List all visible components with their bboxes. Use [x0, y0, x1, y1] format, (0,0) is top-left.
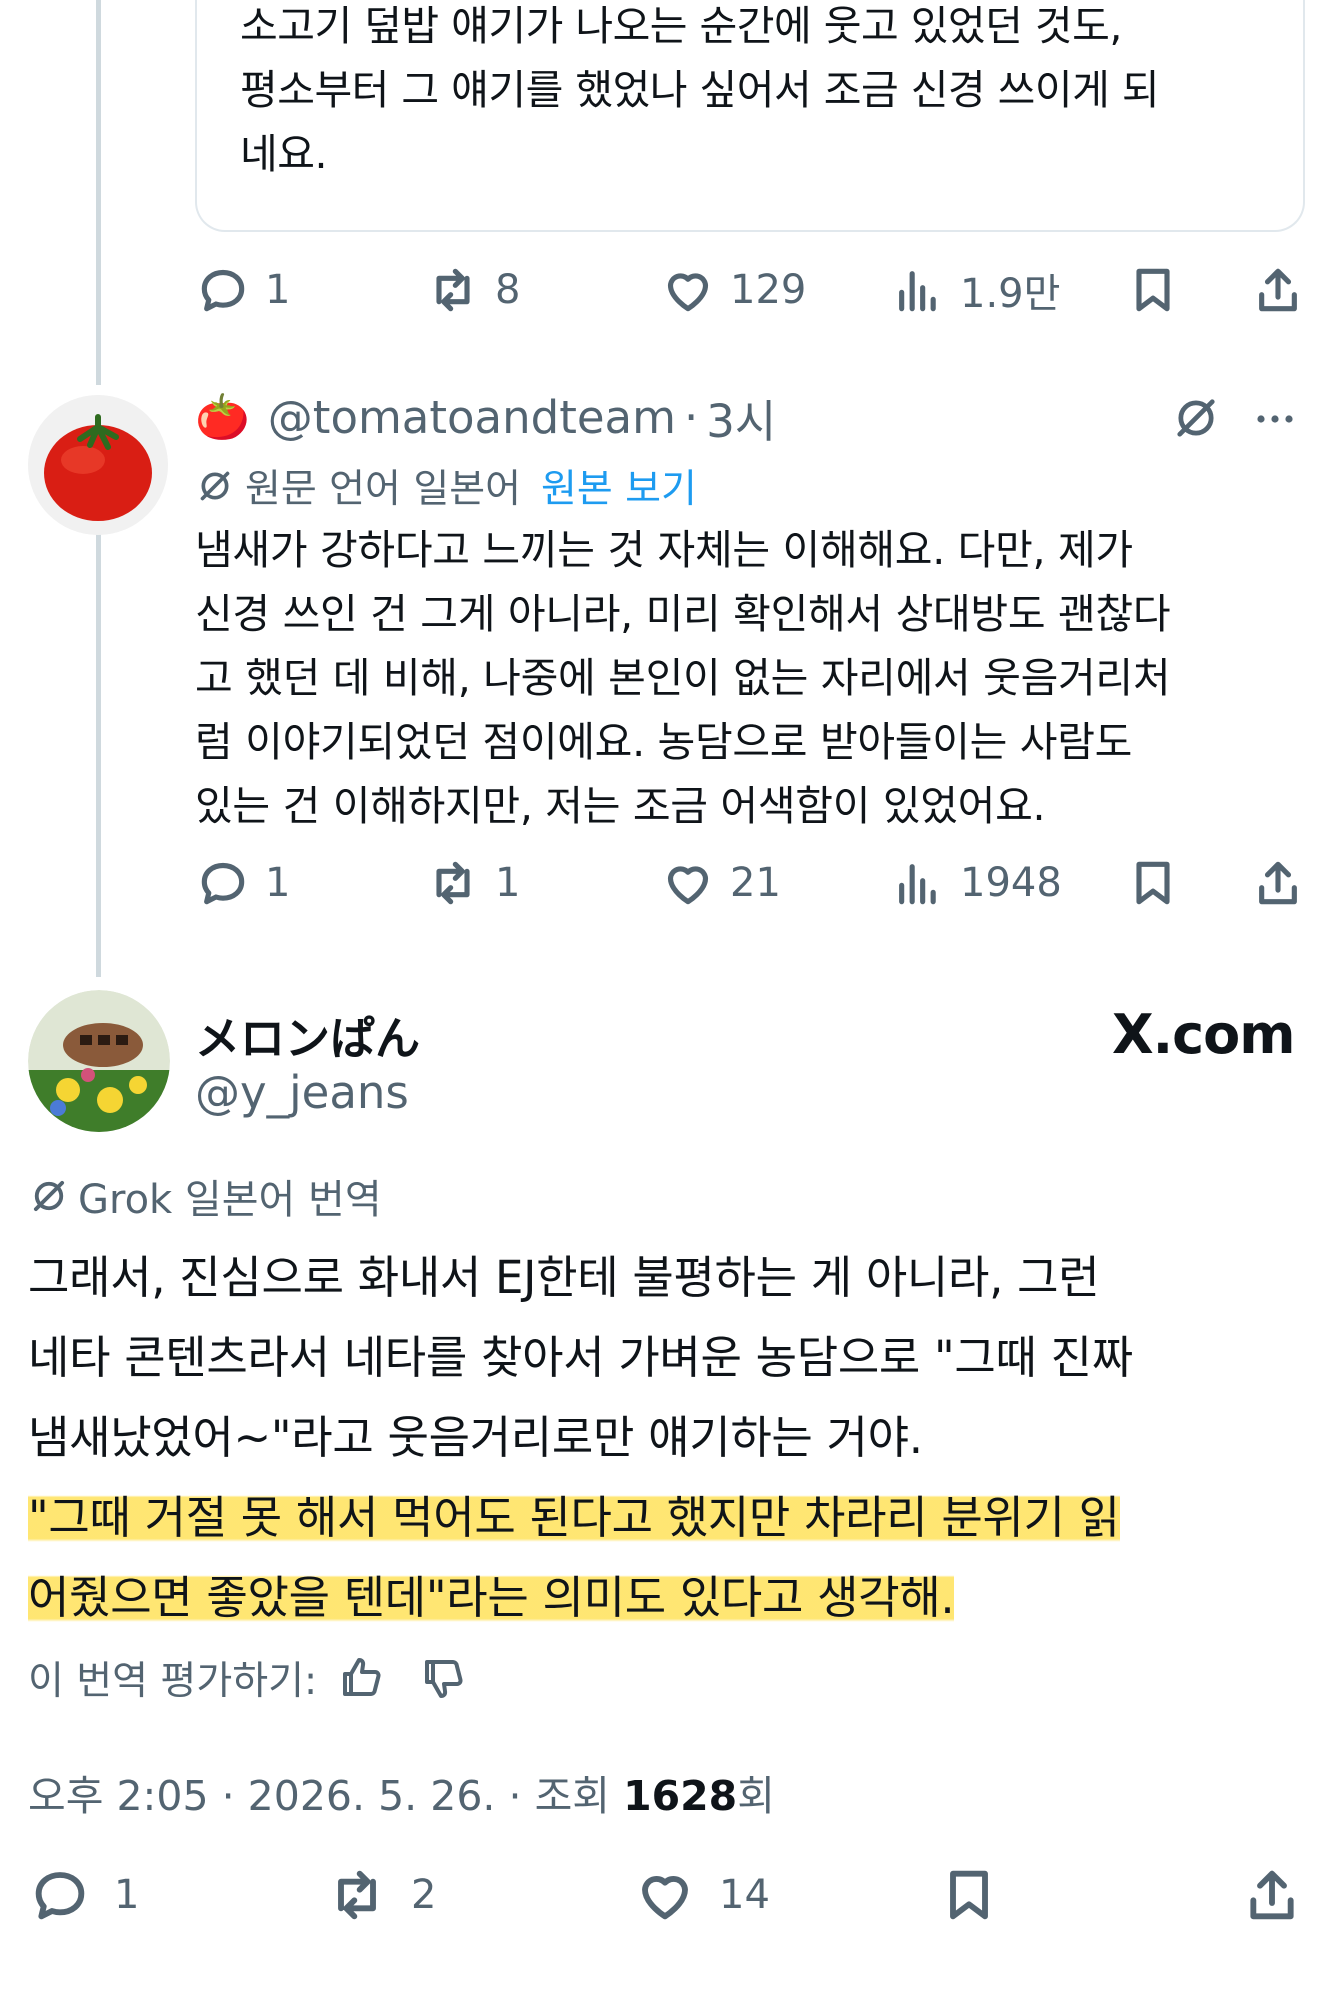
repost-count: 2	[411, 1872, 437, 1918]
like-count: 21	[730, 860, 781, 906]
share-button[interactable]	[1250, 255, 1306, 325]
main-post-text: 그래서, 진심으로 화내서 EJ한테 불평하는 게 아니라, 그런 네타 콘텐츠…	[28, 1251, 1133, 1624]
main-handle[interactable]: @y_jeans	[195, 1066, 409, 1119]
share-button[interactable]	[1250, 848, 1306, 918]
heart-icon	[642, 1876, 688, 1920]
thread-line-top	[96, 0, 101, 385]
rate-translation-row: 이 번역 평가하기:	[28, 1650, 467, 1706]
reply-count: 1	[265, 267, 291, 313]
like-count: 14	[719, 1872, 770, 1918]
catbus-avatar-image	[28, 990, 170, 1132]
reply-icon	[201, 269, 245, 312]
views-suffix: 회	[737, 1772, 775, 1820]
grok-translate-icon	[33, 1180, 65, 1212]
thumbs-down-icon[interactable]	[419, 1654, 467, 1702]
repost-button[interactable]: 2	[325, 1860, 436, 1930]
more-icon	[1257, 415, 1293, 423]
views-button[interactable]: 1948	[890, 848, 1062, 918]
bookmark-button[interactable]	[1125, 848, 1181, 918]
like-button[interactable]: 14	[633, 1860, 770, 1930]
translation-language-label: 원문 언어 일본어	[245, 467, 521, 512]
reply-handle[interactable]: @tomatoandteam	[268, 391, 676, 444]
bookmark-icon	[950, 1870, 988, 1920]
rate-translation-label: 이 번역 평가하기:	[28, 1659, 318, 1704]
views-total: 1628	[623, 1772, 738, 1820]
avatar-y-jeans[interactable]	[28, 990, 170, 1132]
reply-icon	[201, 862, 245, 905]
avatar-tomato[interactable]	[28, 395, 168, 535]
main-post-actions: 1 2 14	[0, 1860, 1320, 1930]
quoted-post-text: 소고기 덮밥 얘기가 나오는 순간에 웃고 있었던 것도, 평소부터 그 얘기를…	[240, 2, 1160, 178]
grok-icon	[1177, 399, 1215, 437]
share-icon	[1259, 861, 1297, 905]
main-translation-line: Grok 일본어 번역	[28, 1168, 382, 1224]
post-actions-2: 1 1 21 1948	[0, 848, 1320, 918]
post-actions-1: 1 8 129 1.9만	[0, 255, 1320, 325]
tomato-emoji: 🍅	[195, 392, 250, 443]
reply-translation-line: 원문 언어 일본어 원본 보기	[195, 458, 697, 514]
repost-icon	[338, 1870, 376, 1920]
views-icon	[899, 864, 936, 905]
grok-translation-label: Grok 일본어 번역	[78, 1177, 382, 1223]
views-count: 1.9만	[960, 271, 1061, 317]
reply-button[interactable]: 1	[28, 1860, 139, 1930]
share-icon	[1250, 1870, 1294, 1920]
views-icon	[899, 271, 936, 312]
heart-icon	[667, 273, 709, 312]
repost-button[interactable]: 1	[425, 848, 520, 918]
reply-count: 1	[114, 1872, 140, 1918]
repost-icon	[436, 268, 470, 312]
highlighted-line-2: 어줬으면 좋았을 텐데"라는 의미도 있다고 생각해.	[28, 1571, 955, 1624]
repost-count: 8	[495, 267, 521, 313]
like-count: 129	[730, 267, 807, 313]
highlighted-line-1: "그때 거절 못 해서 먹어도 된다고 했지만 차라리 분위기 읽	[28, 1491, 1120, 1544]
main-display-name[interactable]: メロンぱん	[195, 1002, 420, 1067]
bookmark-button[interactable]	[937, 1860, 1001, 1930]
grok-translate-icon	[200, 471, 230, 501]
like-button[interactable]: 21	[660, 848, 781, 918]
reply-time[interactable]: 3시	[706, 385, 776, 450]
heart-icon	[667, 866, 709, 905]
bookmark-icon	[1136, 861, 1170, 905]
tomato-avatar-image	[28, 395, 168, 535]
view-original-link[interactable]: 원본 보기	[541, 458, 697, 514]
post-time[interactable]: 오후 2:05	[28, 1772, 209, 1820]
reply-count: 1	[265, 860, 291, 906]
thumbs-up-icon[interactable]	[337, 1654, 385, 1702]
share-button[interactable]	[1240, 1860, 1304, 1930]
reply-icon	[35, 1872, 85, 1920]
more-options-button[interactable]	[1250, 395, 1300, 443]
share-icon	[1259, 268, 1297, 312]
dot-separator: ·	[683, 390, 699, 444]
reply-post-header: 🍅 @tomatoandteam · 3시	[195, 385, 776, 450]
post-meta: 오후 2:05 · 2026. 5. 26. · 조회 1628회	[28, 1772, 775, 1820]
grok-translate-button[interactable]	[1170, 392, 1222, 444]
repost-icon	[436, 861, 470, 905]
like-button[interactable]: 129	[660, 255, 806, 325]
repost-count: 1	[495, 860, 521, 906]
quoted-post-card[interactable]: 소고기 덮밥 얘기가 나오는 순간에 웃고 있었던 것도, 평소부터 그 얘기를…	[195, 0, 1305, 232]
repost-button[interactable]: 8	[425, 255, 520, 325]
post-date[interactable]: 2026. 5. 26.	[248, 1772, 496, 1820]
reply-post-text: 냄새가 강하다고 느끼는 것 자체는 이해해요. 다만, 제가 신경 쓰인 건 …	[195, 526, 1171, 830]
xcom-brand: X.com	[1112, 1003, 1296, 1066]
reply-button[interactable]: 1	[195, 255, 290, 325]
views-label: 조회	[534, 1772, 611, 1820]
views-count: 1948	[960, 860, 1062, 906]
views-button[interactable]: 1.9만	[890, 255, 1060, 325]
bookmark-icon	[1136, 268, 1170, 312]
reply-button[interactable]: 1	[195, 848, 290, 918]
bookmark-button[interactable]	[1125, 255, 1181, 325]
